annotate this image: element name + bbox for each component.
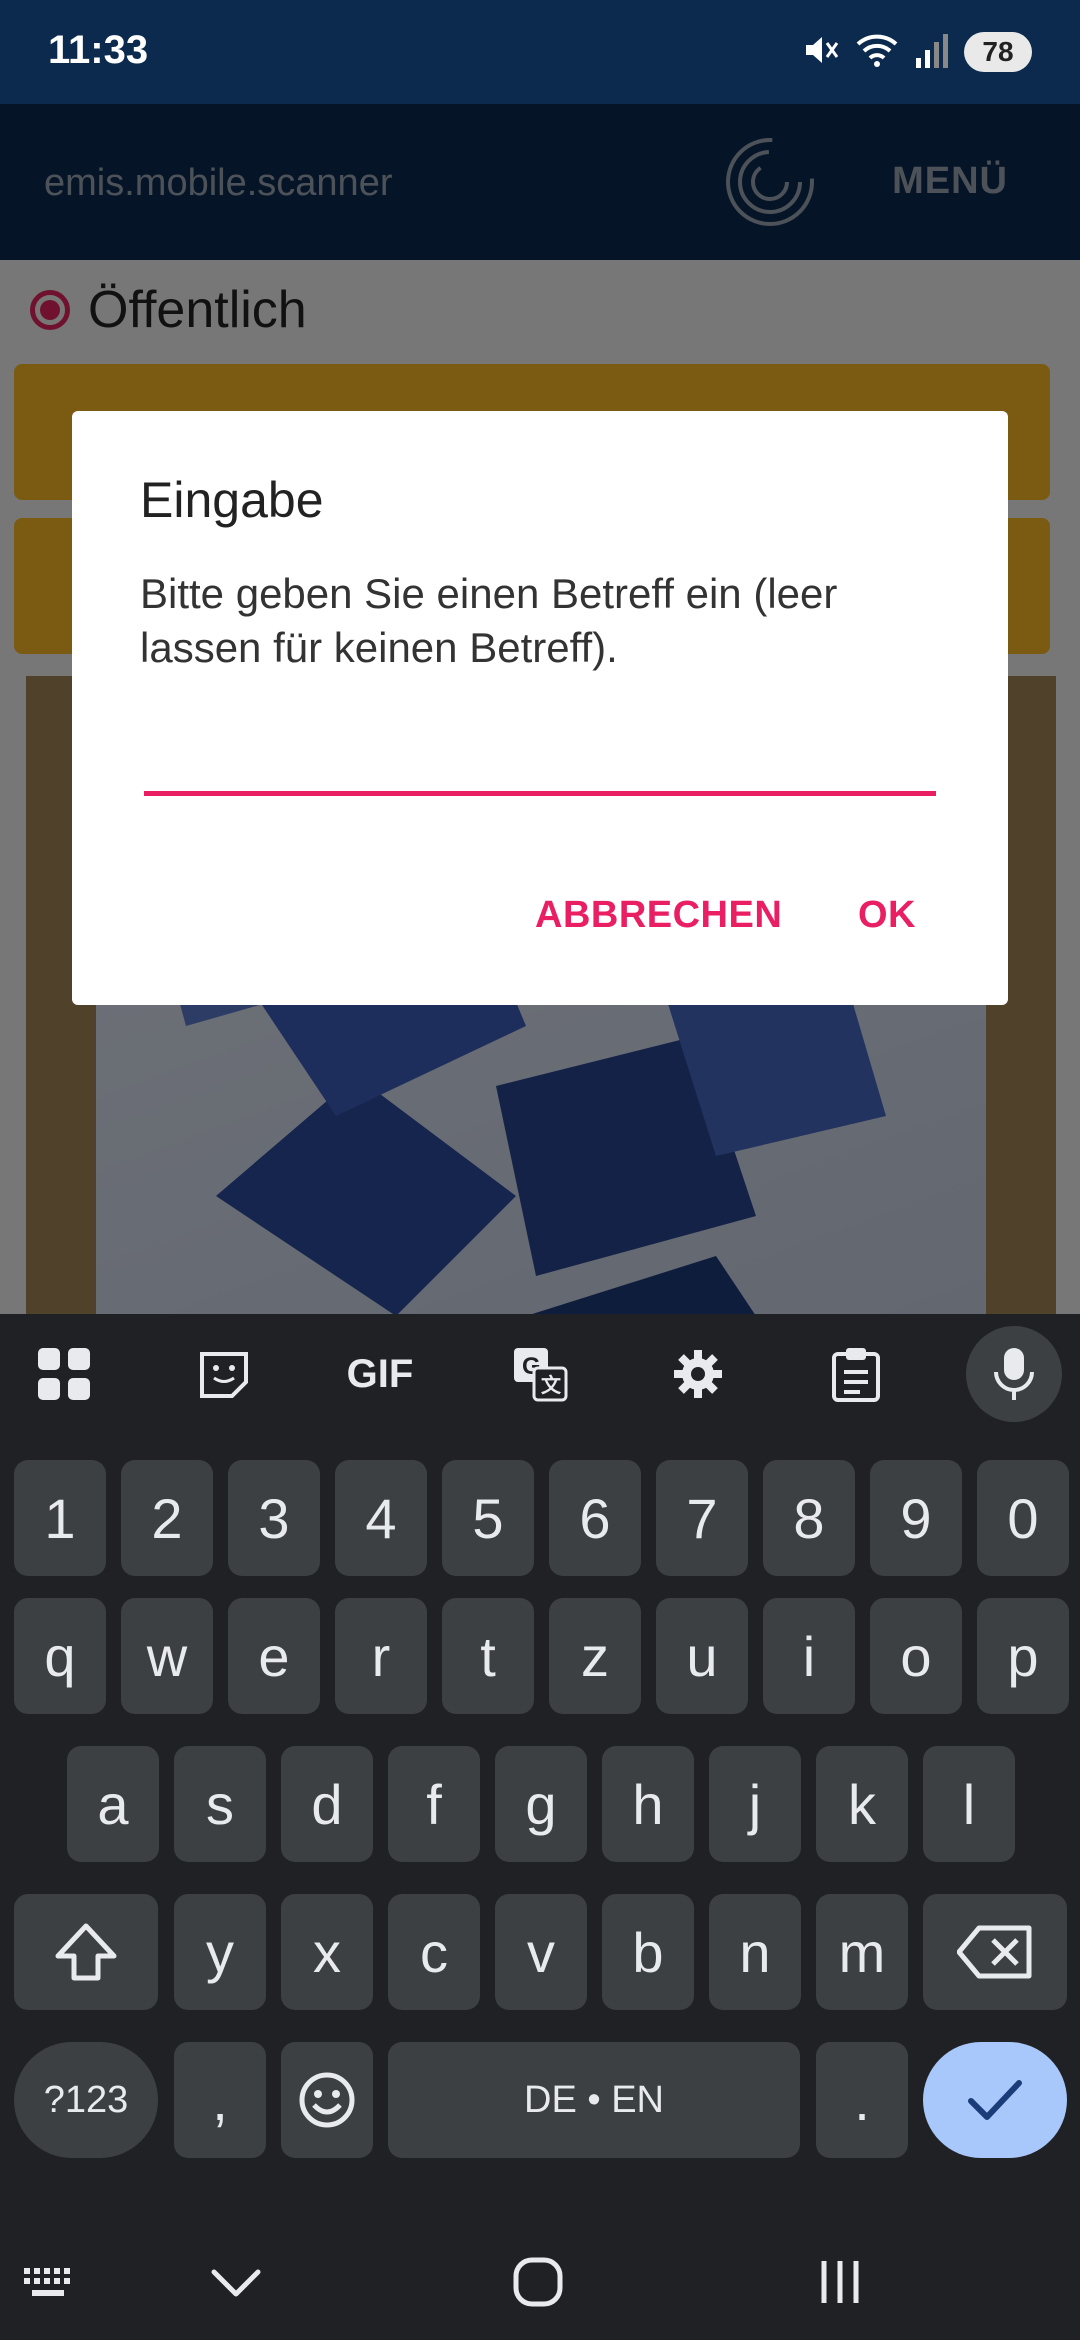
key-9[interactable]: 9 bbox=[870, 1460, 962, 1576]
hide-keyboard-icon[interactable] bbox=[196, 2252, 276, 2312]
key-c[interactable]: c bbox=[388, 1894, 480, 2010]
key-k[interactable]: k bbox=[816, 1746, 908, 1862]
recent-apps-icon[interactable] bbox=[800, 2252, 880, 2312]
key-0[interactable]: 0 bbox=[977, 1460, 1069, 1576]
status-icons: 78 bbox=[800, 26, 1032, 78]
mute-icon bbox=[800, 30, 840, 75]
key-a[interactable]: a bbox=[67, 1746, 159, 1862]
key-z[interactable]: z bbox=[549, 1598, 641, 1714]
shift-icon bbox=[55, 1923, 117, 1981]
key-b[interactable]: b bbox=[602, 1894, 694, 2010]
period-key[interactable]: . bbox=[816, 2042, 908, 2158]
apps-grid-icon[interactable] bbox=[24, 1334, 104, 1414]
svg-text:文: 文 bbox=[541, 1373, 562, 1397]
key-4[interactable]: 4 bbox=[335, 1460, 427, 1576]
input-dialog: Eingabe Bitte geben Sie einen Betreff ei… bbox=[72, 411, 1008, 1005]
status-time: 11:33 bbox=[48, 28, 149, 72]
key-q[interactable]: q bbox=[14, 1598, 106, 1714]
comma-key[interactable]: , bbox=[174, 2042, 266, 2158]
translate-icon[interactable]: G文 bbox=[500, 1334, 580, 1414]
key-6[interactable]: 6 bbox=[549, 1460, 641, 1576]
backspace-key[interactable] bbox=[923, 1894, 1067, 2010]
ok-button[interactable]: OK bbox=[858, 894, 916, 937]
key-g[interactable]: g bbox=[495, 1746, 587, 1862]
navigation-bar bbox=[0, 2222, 1080, 2340]
emoji-key[interactable] bbox=[281, 2042, 373, 2158]
shift-key[interactable] bbox=[14, 1894, 158, 2010]
keyboard-switch-icon[interactable] bbox=[10, 2252, 90, 2312]
key-m[interactable]: m bbox=[816, 1894, 908, 2010]
key-8[interactable]: 8 bbox=[763, 1460, 855, 1576]
backspace-icon bbox=[957, 1925, 1032, 1979]
gif-icon[interactable]: GIF bbox=[340, 1334, 420, 1414]
keyboard-toolbar: GIF G文 bbox=[0, 1314, 1080, 1434]
clipboard-icon[interactable] bbox=[816, 1334, 896, 1414]
key-1[interactable]: 1 bbox=[14, 1460, 106, 1576]
dialog-message: Bitte geben Sie einen Betreff ein (leer … bbox=[140, 570, 838, 671]
key-i[interactable]: i bbox=[763, 1598, 855, 1714]
key-y[interactable]: y bbox=[174, 1894, 266, 2010]
subject-input[interactable] bbox=[144, 731, 936, 796]
dialog-title: Eingabe bbox=[140, 472, 324, 528]
key-5[interactable]: 5 bbox=[442, 1460, 534, 1576]
key-f[interactable]: f bbox=[388, 1746, 480, 1862]
key-x[interactable]: x bbox=[281, 1894, 373, 2010]
key-v[interactable]: v bbox=[495, 1894, 587, 2010]
key-7[interactable]: 7 bbox=[656, 1460, 748, 1576]
battery-icon: 78 bbox=[964, 32, 1032, 72]
key-t[interactable]: t bbox=[442, 1598, 534, 1714]
key-s[interactable]: s bbox=[174, 1746, 266, 1862]
key-n[interactable]: n bbox=[709, 1894, 801, 2010]
cancel-button[interactable]: ABBRECHEN bbox=[535, 894, 782, 937]
key-d[interactable]: d bbox=[281, 1746, 373, 1862]
done-key[interactable] bbox=[923, 2042, 1067, 2158]
settings-gear-icon[interactable] bbox=[658, 1334, 738, 1414]
key-u[interactable]: u bbox=[656, 1598, 748, 1714]
key-p[interactable]: p bbox=[977, 1598, 1069, 1714]
key-3[interactable]: 3 bbox=[228, 1460, 320, 1576]
signal-icon bbox=[914, 30, 950, 75]
sticker-icon[interactable] bbox=[184, 1334, 264, 1414]
microphone-icon[interactable] bbox=[966, 1326, 1062, 1422]
key-o[interactable]: o bbox=[870, 1598, 962, 1714]
wifi-icon bbox=[854, 30, 900, 75]
checkmark-icon bbox=[968, 2080, 1022, 2120]
status-bar: 11:33 78 bbox=[0, 0, 1080, 104]
symbols-key[interactable]: ?123 bbox=[14, 2042, 158, 2158]
key-r[interactable]: r bbox=[335, 1598, 427, 1714]
key-l[interactable]: l bbox=[923, 1746, 1015, 1862]
home-icon[interactable] bbox=[498, 2252, 578, 2312]
emoji-icon bbox=[299, 2072, 355, 2128]
key-w[interactable]: w bbox=[121, 1598, 213, 1714]
key-j[interactable]: j bbox=[709, 1746, 801, 1862]
key-2[interactable]: 2 bbox=[121, 1460, 213, 1576]
key-h[interactable]: h bbox=[602, 1746, 694, 1862]
key-e[interactable]: e bbox=[228, 1598, 320, 1714]
space-key[interactable]: DE • EN bbox=[388, 2042, 800, 2158]
